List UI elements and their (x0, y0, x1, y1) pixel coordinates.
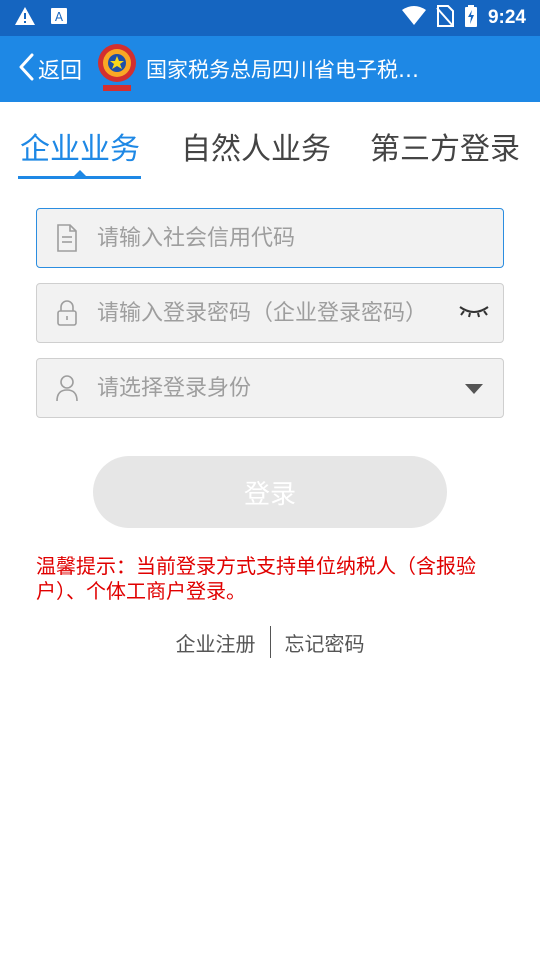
svg-text:A: A (55, 10, 64, 24)
back-label: 返回 (38, 59, 83, 84)
status-time: 9:24 (487, 7, 526, 28)
no-sim-icon (436, 5, 454, 31)
app-notification-icon: A (50, 7, 68, 29)
triangle-down-icon (465, 379, 483, 398)
identity-select[interactable]: 请选择登录身份 (36, 358, 504, 418)
app-title: 国家税务总局四川省电子税… (146, 58, 420, 82)
eye-closed-icon (458, 303, 490, 323)
register-link[interactable]: 企业注册 (162, 628, 270, 657)
login-tip: 温馨提示：当前登录方式支持单位纳税人（含报验户）、个体工商户登录。 (36, 554, 476, 603)
credit-code-input[interactable]: 请输入社会信用代码 (36, 208, 504, 268)
battery-charging-icon (464, 5, 478, 31)
login-button[interactable]: 登录 (93, 456, 447, 528)
account-links: 企业注册 忘记密码 (0, 626, 540, 658)
dropdown-arrow[interactable] (445, 379, 503, 398)
person-icon (37, 374, 97, 402)
identity-placeholder: 请选择登录身份 (97, 375, 252, 401)
document-icon (37, 224, 97, 252)
tax-emblem-icon (94, 41, 140, 97)
password-placeholder: 请输入登录密码（企业登录密码） (97, 300, 428, 326)
warning-icon (14, 6, 36, 30)
lock-icon (37, 299, 97, 327)
wifi-icon (401, 6, 426, 30)
toggle-password-visibility[interactable] (445, 303, 503, 323)
tab-enterprise[interactable]: 企业业务 (20, 124, 140, 168)
tab-natural-person[interactable]: 自然人业务 (181, 124, 331, 168)
password-input[interactable]: 请输入登录密码（企业登录密码） (36, 283, 504, 343)
status-bar: A 9:24 (0, 0, 540, 36)
back-button[interactable]: 返回 (0, 36, 90, 102)
tab-third-party[interactable]: 第三方登录 (370, 124, 520, 168)
chevron-left-icon (18, 53, 34, 85)
login-tabs: 企业业务 自然人业务 第三方登录 (0, 102, 540, 182)
credit-code-placeholder: 请输入社会信用代码 (97, 225, 296, 251)
app-bar: 返回 国家税务总局四川省电子税… (0, 36, 540, 102)
active-tab-caret (74, 170, 86, 176)
forgot-password-link[interactable]: 忘记密码 (271, 628, 379, 657)
active-tab-indicator (18, 176, 141, 179)
